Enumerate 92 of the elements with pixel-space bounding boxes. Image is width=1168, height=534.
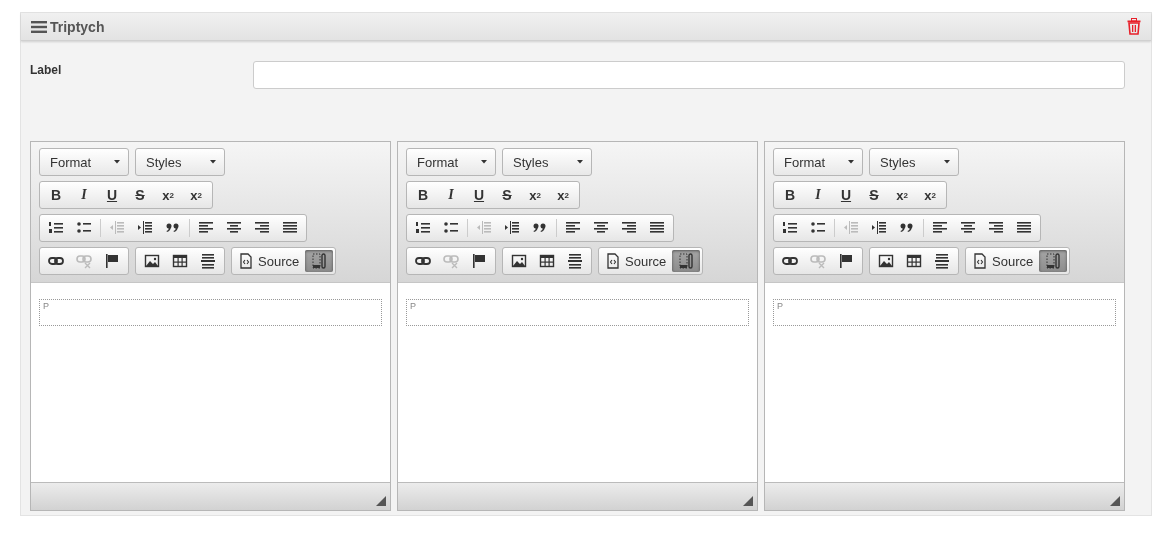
panel-title: Triptych (50, 18, 106, 35)
flag-icon (838, 253, 854, 269)
resize-grip-icon[interactable] (743, 496, 753, 506)
justify-icon (1016, 220, 1032, 236)
blocks-button[interactable] (1039, 250, 1068, 272)
block-tag: P (410, 301, 745, 311)
resize-grip-icon[interactable] (376, 496, 386, 506)
unlink-icon (810, 253, 826, 269)
caret-icon (481, 160, 487, 164)
indent-icon (504, 220, 520, 236)
horizontal-rule-icon (200, 253, 216, 269)
editing-area[interactable]: P (31, 283, 390, 482)
dropdown[interactable]: Format (406, 148, 496, 176)
script-button[interactable]: x$^{2}$ (916, 184, 944, 206)
indent-icon (137, 220, 153, 236)
italic-button[interactable]: I (804, 184, 832, 206)
horizontal-rule-icon (567, 253, 583, 269)
image-icon (878, 253, 894, 269)
dropdown[interactable]: Styles (135, 148, 225, 176)
strikethrough-button[interactable]: S (126, 184, 154, 206)
trash-icon[interactable] (1127, 18, 1141, 35)
underline-button[interactable]: U (465, 184, 493, 206)
underline-button[interactable]: U (98, 184, 126, 206)
field-label: Label (30, 62, 63, 77)
show-blocks-icon (311, 253, 328, 269)
align-left-icon (565, 220, 581, 236)
flag-icon (104, 253, 120, 269)
caret-icon (577, 160, 583, 164)
block-tag: P (43, 301, 378, 311)
justify-icon (649, 220, 665, 236)
script-button[interactable]: x$^{2}$ (549, 184, 577, 206)
caret-icon (848, 160, 854, 164)
caret-icon (210, 160, 216, 164)
strikethrough-button[interactable]: S (493, 184, 521, 206)
numbered-list-icon (415, 220, 431, 236)
show-blocks-icon (678, 253, 695, 269)
image-icon (144, 253, 160, 269)
align-center-icon (960, 220, 976, 236)
menu-icon[interactable] (31, 19, 47, 34)
source-button[interactable]: Source (968, 250, 1040, 272)
bullet-list-icon (810, 220, 826, 236)
show-blocks-icon (1045, 253, 1062, 269)
numbered-list-icon (48, 220, 64, 236)
outdent-icon (843, 220, 859, 236)
strikethrough-button[interactable]: S (860, 184, 888, 206)
bullet-list-icon (76, 220, 92, 236)
flag-icon (471, 253, 487, 269)
table-icon (906, 253, 922, 269)
unlink-icon (76, 253, 92, 269)
source-button[interactable]: Source (601, 250, 673, 272)
outdent-icon (109, 220, 125, 236)
unlink-icon (443, 253, 459, 269)
script-button[interactable]: x$^{2}$ (182, 184, 210, 206)
image-icon (511, 253, 527, 269)
document-icon (238, 253, 254, 269)
indent-icon (871, 220, 887, 236)
bullet-list-icon (443, 220, 459, 236)
editing-area[interactable]: P (765, 283, 1124, 482)
dropdown[interactable]: Format (773, 148, 863, 176)
document-icon (605, 253, 621, 269)
align-right-icon (621, 220, 637, 236)
blocks-button[interactable] (305, 250, 334, 272)
italic-button[interactable]: I (437, 184, 465, 206)
caret-icon (944, 160, 950, 164)
underline-button[interactable]: U (832, 184, 860, 206)
block-tag: P (777, 301, 1112, 311)
align-right-icon (254, 220, 270, 236)
bold-button[interactable]: B (409, 184, 437, 206)
numbered-list-icon (782, 220, 798, 236)
align-center-icon (593, 220, 609, 236)
bold-button[interactable]: B (776, 184, 804, 206)
italic-button[interactable]: I (70, 184, 98, 206)
table-icon (172, 253, 188, 269)
align-left-icon (198, 220, 214, 236)
source-button[interactable]: Source (234, 250, 306, 272)
dropdown[interactable]: Styles (869, 148, 959, 176)
horizontal-rule-icon (934, 253, 950, 269)
resize-grip-icon[interactable] (1110, 496, 1120, 506)
justify-icon (282, 220, 298, 236)
editing-area[interactable]: P (398, 283, 757, 482)
caret-icon (114, 160, 120, 164)
document-icon (972, 253, 988, 269)
bold-button[interactable]: B (42, 184, 70, 206)
align-left-icon (932, 220, 948, 236)
dropdown[interactable]: Format (39, 148, 129, 176)
align-center-icon (226, 220, 242, 236)
outdent-icon (476, 220, 492, 236)
dropdown[interactable]: Styles (502, 148, 592, 176)
text-field[interactable] (253, 61, 1125, 89)
align-right-icon (988, 220, 1004, 236)
blocks-button[interactable] (672, 250, 701, 272)
table-icon (539, 253, 555, 269)
